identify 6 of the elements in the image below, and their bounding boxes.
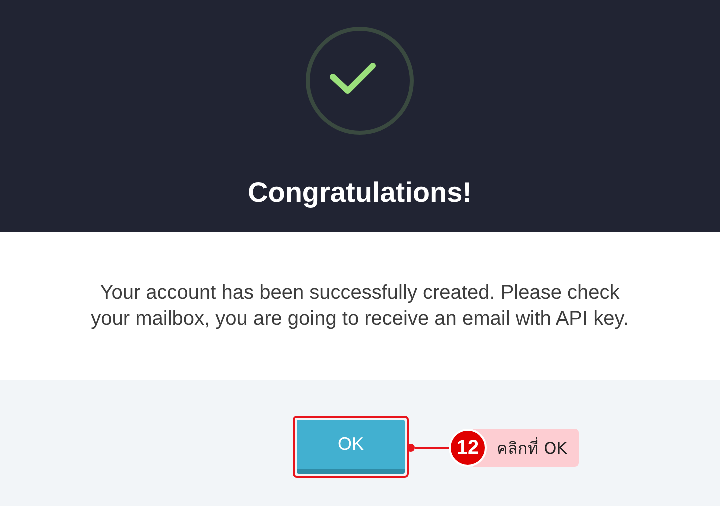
dialog-title: Congratulations! bbox=[248, 176, 472, 210]
checkmark-icon bbox=[305, 26, 415, 136]
leader-line bbox=[415, 447, 449, 449]
ok-button[interactable]: OK bbox=[297, 420, 405, 474]
message-text: Your account has been successfully created. Please check your mailbox, you are going to receive an email with API key. bbox=[90, 281, 630, 332]
step-badge: 12 bbox=[449, 429, 487, 467]
